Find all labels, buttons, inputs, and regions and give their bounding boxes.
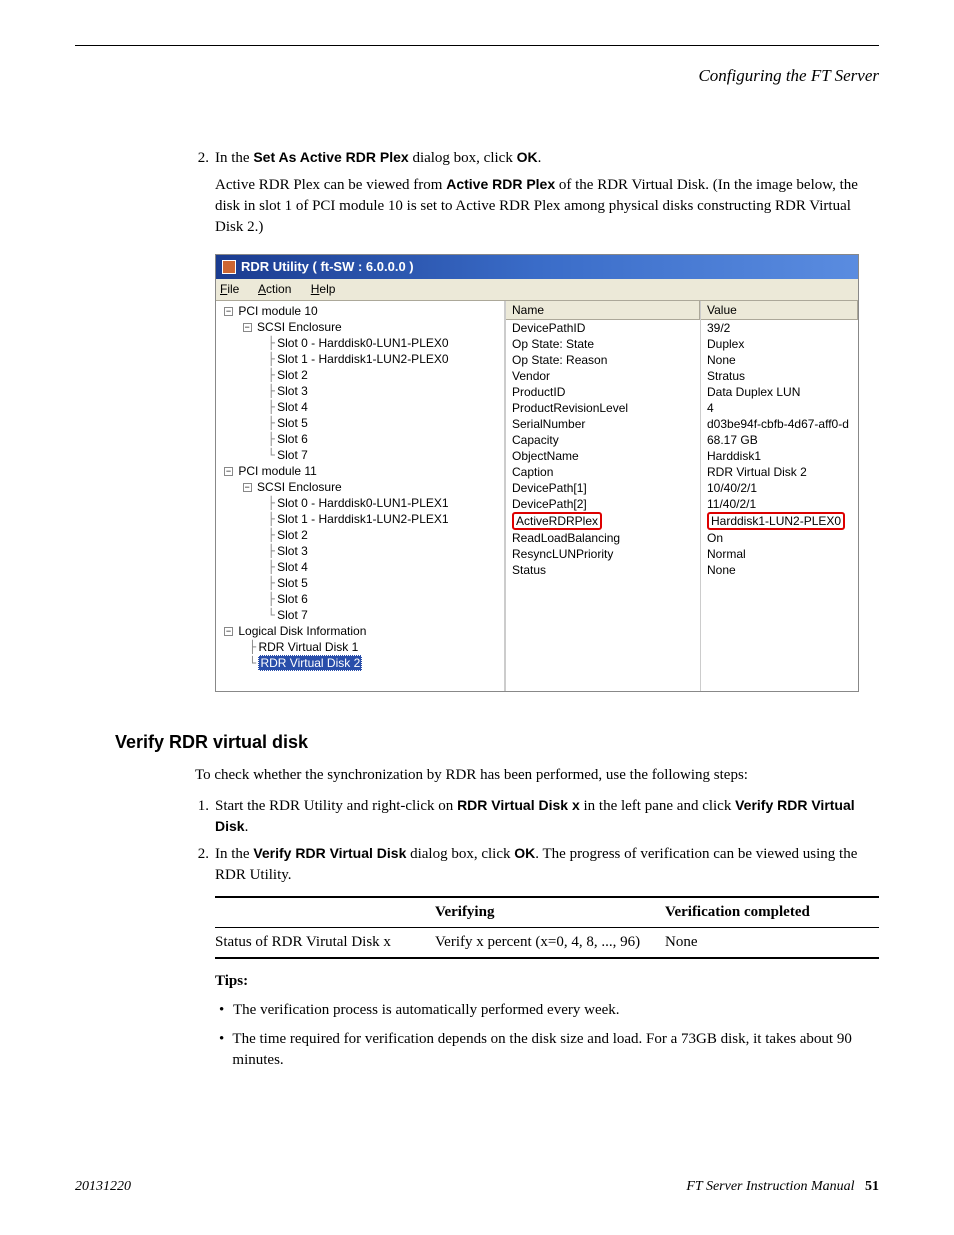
section-intro: To check whether the synchronization by … bbox=[195, 765, 879, 786]
prop-name: Caption bbox=[506, 464, 700, 480]
menu-help[interactable]: Help bbox=[311, 282, 336, 296]
window-title: RDR Utility ( ft-SW : 6.0.0.0 ) bbox=[241, 258, 414, 276]
step2b-text: In the Verify RDR Virtual Disk dialog bo… bbox=[215, 844, 879, 1079]
step-number: 2. bbox=[195, 844, 215, 1079]
footer-date: 20131220 bbox=[75, 1177, 131, 1197]
prop-name: ReadLoadBalancing bbox=[506, 530, 700, 546]
prop-value: Stratus bbox=[701, 368, 858, 384]
page-rule bbox=[75, 45, 879, 46]
page-footer: 20131220 FT Server Instruction Manual 51 bbox=[75, 1177, 879, 1197]
prop-name: Status bbox=[506, 562, 700, 578]
tree-pane[interactable]: − PCI module 10 − SCSI Enclosure ├ Slot … bbox=[216, 301, 506, 691]
prop-value: Harddisk1 bbox=[701, 448, 858, 464]
footer-doc-title: FT Server Instruction Manual bbox=[686, 1179, 854, 1194]
prop-name: Op State: State bbox=[506, 336, 700, 352]
prop-name: ProductID bbox=[506, 384, 700, 400]
step-number: 2. bbox=[195, 148, 215, 722]
prop-name: ObjectName bbox=[506, 448, 700, 464]
tree-selected[interactable]: RDR Virtual Disk 2 bbox=[258, 655, 362, 671]
prop-name: ProductRevisionLevel bbox=[506, 400, 700, 416]
prop-value: On bbox=[701, 530, 858, 546]
col-header-value[interactable]: Value bbox=[701, 301, 858, 320]
menu-bar: FFileile Action Help bbox=[216, 279, 858, 301]
tip-item: •The verification process is automatical… bbox=[215, 1000, 879, 1021]
prop-name: Capacity bbox=[506, 432, 700, 448]
prop-name: SerialNumber bbox=[506, 416, 700, 432]
prop-value: 10/40/2/1 bbox=[701, 480, 858, 496]
col-header-name[interactable]: Name bbox=[506, 301, 700, 320]
prop-name: Op State: Reason bbox=[506, 352, 700, 368]
prop-value: 39/2 bbox=[701, 320, 858, 336]
section-heading: Verify RDR virtual disk bbox=[115, 730, 879, 755]
prop-name: ActiveRDRPlex bbox=[506, 512, 700, 530]
prop-name: DevicePath[1] bbox=[506, 480, 700, 496]
window-title-bar: RDR Utility ( ft-SW : 6.0.0.0 ) bbox=[216, 255, 858, 279]
step-number: 1. bbox=[195, 796, 215, 838]
tip-item: •The time required for verification depe… bbox=[215, 1029, 879, 1071]
prop-value: Harddisk1-LUN2-PLEX0 bbox=[701, 512, 858, 530]
step2-text: In the Set As Active RDR Plex dialog box… bbox=[215, 150, 541, 166]
prop-value: Normal bbox=[701, 546, 858, 562]
status-table: Verifying Verification completed Status … bbox=[215, 896, 879, 959]
prop-value: None bbox=[701, 562, 858, 578]
footer-page-number: 51 bbox=[865, 1179, 879, 1194]
prop-value: RDR Virtual Disk 2 bbox=[701, 464, 858, 480]
menu-action[interactable]: Action bbox=[258, 282, 291, 296]
prop-value: 11/40/2/1 bbox=[701, 496, 858, 512]
prop-value: d03be94f-cbfb-4d67-aff0-d bbox=[701, 416, 858, 432]
tips-label: Tips: bbox=[215, 971, 879, 992]
prop-value: Duplex bbox=[701, 336, 858, 352]
running-header: Configuring the FT Server bbox=[75, 64, 879, 88]
prop-name: ResyncLUNPriority bbox=[506, 546, 700, 562]
step2-para: Active RDR Plex can be viewed from Activ… bbox=[215, 175, 879, 238]
prop-name: DevicePath[2] bbox=[506, 496, 700, 512]
step1-text: Start the RDR Utility and right-click on… bbox=[215, 796, 879, 838]
prop-name: Vendor bbox=[506, 368, 700, 384]
menu-file[interactable]: FFileile bbox=[220, 282, 239, 296]
properties-pane: Name DevicePathIDOp State: StateOp State… bbox=[506, 301, 858, 691]
screenshot-rdr-utility: RDR Utility ( ft-SW : 6.0.0.0 ) FFileile… bbox=[215, 254, 859, 692]
prop-value: 68.17 GB bbox=[701, 432, 858, 448]
prop-name: DevicePathID bbox=[506, 320, 700, 336]
prop-value: 4 bbox=[701, 400, 858, 416]
prop-value: None bbox=[701, 352, 858, 368]
app-icon bbox=[222, 260, 236, 274]
prop-value: Data Duplex LUN bbox=[701, 384, 858, 400]
